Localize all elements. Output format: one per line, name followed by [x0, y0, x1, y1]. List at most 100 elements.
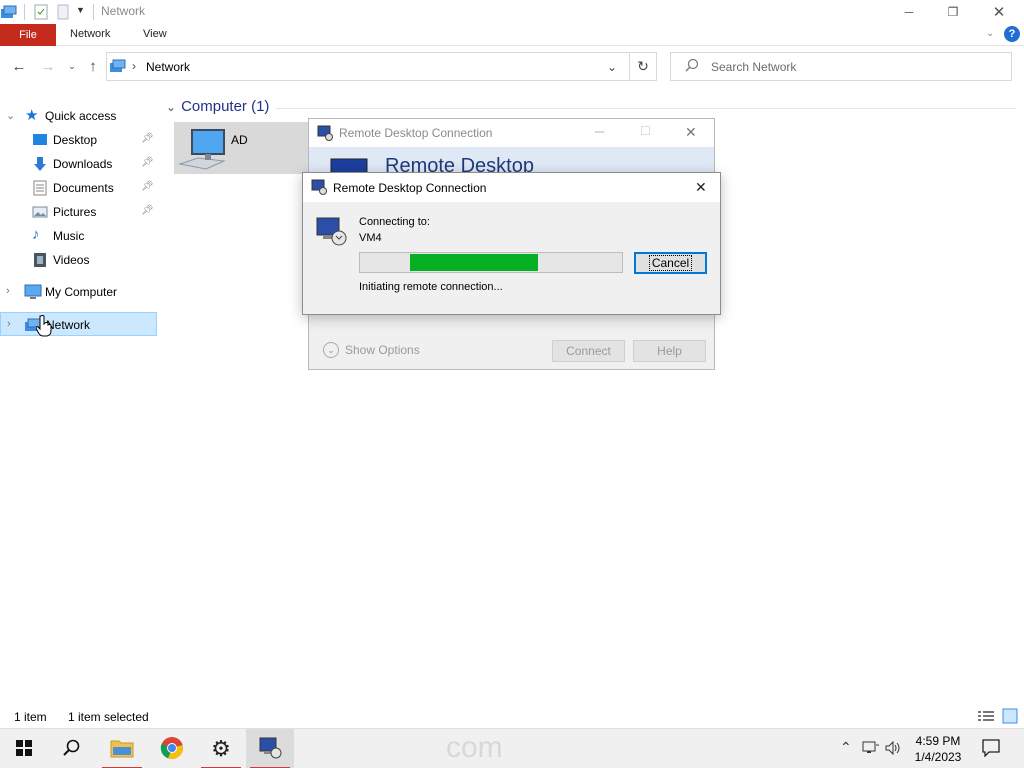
expanded-chevron-icon[interactable]: ⌄: [6, 109, 15, 122]
expand-ribbon-icon[interactable]: ⌄: [986, 28, 994, 39]
pin-icon[interactable]: 📌︎: [141, 181, 154, 192]
star-icon: ★: [25, 107, 39, 124]
forward-arrow-icon: →: [40, 57, 56, 75]
gear-icon: ⚙: [211, 736, 231, 761]
collapsed-chevron-icon[interactable]: ›: [7, 318, 11, 330]
refresh-button[interactable]: ↻: [630, 52, 657, 81]
taskbar-file-explorer[interactable]: [98, 729, 146, 768]
new-folder-icon[interactable]: [57, 4, 69, 23]
nav-item-documents[interactable]: Documents 📌︎: [0, 176, 158, 200]
downloads-icon: [32, 156, 48, 172]
close-button[interactable]: ✕: [976, 0, 1022, 24]
documents-icon: [32, 180, 48, 196]
breadcrumb-chevron-icon[interactable]: ›: [132, 59, 136, 73]
pin-icon[interactable]: 📌︎: [141, 157, 154, 168]
collapsed-chevron-icon[interactable]: ›: [6, 285, 10, 297]
nav-item-music[interactable]: ♪ Music: [0, 224, 158, 248]
close-icon: ✕: [992, 4, 1006, 21]
watermark-text: com: [446, 731, 503, 764]
details-view-icon[interactable]: [978, 710, 994, 725]
tab-network[interactable]: Network: [70, 28, 110, 40]
hand-cursor-icon: [35, 315, 52, 340]
nav-item-label: Desktop: [53, 133, 98, 147]
connecting-host: VM4: [359, 232, 382, 244]
taskbar-chrome[interactable]: [148, 729, 196, 768]
nav-item-videos[interactable]: Videos: [0, 248, 158, 272]
help-button[interactable]: Help: [633, 340, 706, 362]
customize-toolbar-icon[interactable]: ▼: [76, 5, 85, 15]
search-button[interactable]: [48, 729, 96, 768]
nav-network-label: Network: [46, 318, 91, 332]
minimize-icon[interactable]: ─: [595, 124, 604, 139]
computer-item-ad[interactable]: AD: [174, 122, 310, 174]
nav-my-computer[interactable]: › My Computer: [0, 280, 158, 304]
address-dropdown-icon[interactable]: ⌄: [607, 60, 617, 74]
show-options-label: Show Options: [345, 343, 420, 357]
search-placeholder: Search Network: [711, 60, 797, 74]
taskbar: ⚙ com ⌃ 4:59 PM 1/4/2023: [0, 728, 1024, 768]
cancel-button-label: Cancel: [648, 255, 693, 271]
forward-button[interactable]: →: [38, 56, 58, 76]
address-bar[interactable]: › Network ⌄: [106, 52, 630, 81]
dialog-title: Remote Desktop Connection: [333, 181, 487, 195]
rdc-main-title: Remote Desktop Connection: [339, 126, 493, 140]
chevron-down-icon: ⌄: [323, 342, 339, 358]
nav-quick-access-label: Quick access: [45, 109, 117, 123]
up-button[interactable]: ↑: [83, 56, 103, 76]
back-arrow-icon: ←: [11, 57, 27, 75]
search-input[interactable]: Search Network: [670, 52, 1012, 81]
nav-quick-access[interactable]: ⌄ ★ Quick access: [0, 104, 158, 128]
tab-view[interactable]: View: [143, 28, 167, 40]
taskbar-remote-desktop[interactable]: [246, 729, 294, 768]
back-button[interactable]: ←: [9, 56, 29, 76]
nav-item-desktop[interactable]: Desktop 📌︎: [0, 128, 158, 152]
network-location-icon: [109, 58, 127, 77]
tab-file[interactable]: File: [0, 24, 56, 46]
minimize-icon: ─: [904, 5, 914, 19]
connection-status: Initiating remote connection...: [359, 281, 503, 293]
volume-icon[interactable]: [885, 740, 901, 758]
ribbon: File Network View ⌄ ?: [0, 24, 1024, 46]
network-status-icon[interactable]: [862, 741, 880, 758]
remote-desktop-icon: [311, 179, 327, 198]
taskbar-settings[interactable]: ⚙: [197, 729, 245, 768]
progress-bar: [359, 252, 623, 273]
connecting-label: Connecting to:: [359, 216, 430, 228]
search-icon: [685, 58, 699, 75]
properties-icon[interactable]: [34, 4, 48, 23]
action-center-icon[interactable]: [982, 739, 1000, 760]
breadcrumb[interactable]: Network: [146, 60, 190, 74]
taskbar-clock[interactable]: 4:59 PM 1/4/2023: [905, 733, 971, 765]
nav-item-label: Music: [53, 229, 85, 243]
pin-icon[interactable]: 📌︎: [141, 133, 154, 144]
start-button[interactable]: [0, 729, 48, 768]
show-hidden-icons-icon[interactable]: ⌃: [840, 739, 852, 756]
nav-item-label: Downloads: [53, 157, 113, 171]
tiles-view-icon[interactable]: [1002, 708, 1018, 727]
computer-icon: [178, 128, 228, 175]
nav-item-pictures[interactable]: Pictures 📌︎: [0, 200, 158, 224]
maximize-button[interactable]: ❐: [930, 0, 976, 24]
status-item-count: 1 item: [14, 710, 47, 724]
nav-network[interactable]: › Network: [0, 312, 157, 337]
group-header[interactable]: ⌄ Computer (1): [166, 98, 269, 115]
recent-locations-button[interactable]: ⌄: [62, 56, 82, 76]
rdc-main-titlebar: Remote Desktop Connection ─ ☐ ✕: [309, 119, 714, 147]
connect-button[interactable]: Connect: [552, 340, 625, 362]
show-options-toggle[interactable]: ⌄ Show Options: [323, 342, 420, 358]
pin-icon[interactable]: 📌︎: [141, 205, 154, 216]
nav-item-downloads[interactable]: Downloads 📌︎: [0, 152, 158, 176]
progress-fill: [410, 254, 538, 271]
dialog-close-icon[interactable]: ✕: [695, 179, 707, 196]
cancel-button[interactable]: Cancel: [634, 252, 707, 274]
chrome-icon: [160, 736, 184, 763]
dialog-titlebar: Remote Desktop Connection ✕: [303, 173, 720, 202]
chevron-down-icon: ⌄: [68, 60, 76, 71]
close-icon[interactable]: ✕: [685, 124, 697, 141]
group-header-label: Computer (1): [181, 98, 270, 115]
window-title: Network: [101, 4, 146, 18]
music-icon: ♪: [32, 226, 40, 243]
help-icon[interactable]: ?: [1004, 26, 1020, 42]
minimize-button[interactable]: ─: [886, 0, 932, 24]
remote-desktop-icon: [258, 737, 282, 762]
